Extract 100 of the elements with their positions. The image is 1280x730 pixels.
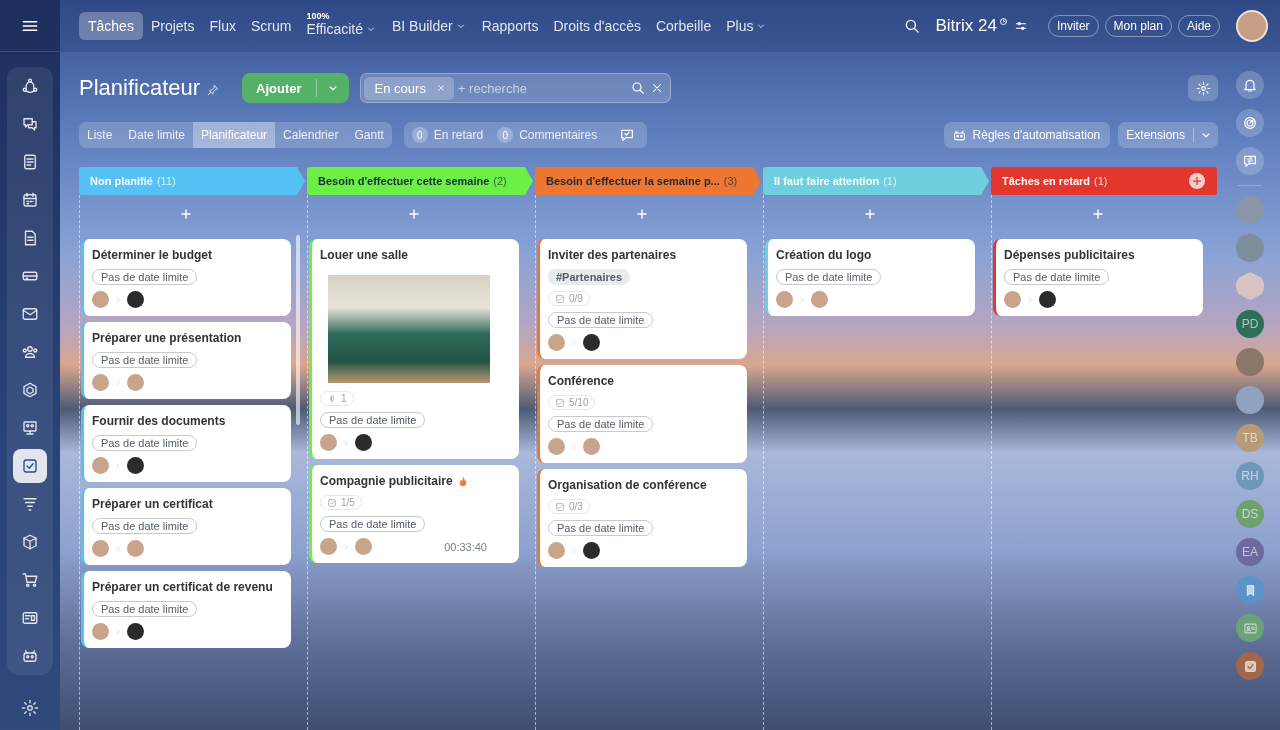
settings-button[interactable]	[1188, 75, 1218, 101]
column-count: (2)	[493, 175, 507, 187]
sliders-icon[interactable]	[1013, 19, 1028, 33]
column-count: (1)	[883, 175, 897, 187]
funnel-icon	[21, 495, 39, 513]
nav-tab[interactable]: Scrum	[243, 12, 299, 40]
scrollbar[interactable]	[296, 235, 300, 425]
task-card[interactable]: Préparer une présentation Pas de date limite	[81, 322, 291, 399]
close-icon[interactable]	[435, 83, 446, 93]
nav-tab[interactable]: Tâches	[79, 12, 143, 40]
document-list-icon	[21, 153, 39, 171]
logo: Bitrix 24	[935, 16, 997, 36]
target-icon	[1242, 115, 1258, 131]
task-card[interactable]: Création du logo Pas de date limite	[765, 239, 975, 316]
side-button[interactable]	[1236, 576, 1264, 604]
page-title: Planificateur	[79, 75, 201, 101]
cart-icon	[21, 571, 39, 589]
nav-tab[interactable]: Flux	[202, 12, 243, 40]
add-task-icon[interactable]	[407, 207, 421, 221]
contact-card-icon	[1242, 620, 1258, 636]
side-button[interactable]	[1236, 71, 1264, 99]
side-button[interactable]	[1236, 147, 1264, 175]
checklist-icon	[555, 293, 565, 304]
avatar[interactable]	[127, 623, 144, 640]
nav-tab[interactable]: Plus	[719, 12, 775, 40]
column-title: Besoin d'effectuer cette semaine	[318, 175, 490, 187]
nav-tab[interactable]: Rapports	[474, 12, 546, 40]
chat-icon	[1242, 153, 1258, 169]
side-button[interactable]	[1236, 652, 1264, 680]
nav-tab[interactable]: BI Builder	[384, 12, 474, 40]
column-title: Tâches en retard	[1002, 175, 1091, 187]
pin-icon[interactable]	[206, 83, 221, 97]
nav-tab[interactable]: Projets	[143, 12, 202, 40]
add-icon[interactable]	[1189, 173, 1205, 189]
column-count: (1)	[1094, 175, 1108, 187]
task-title: Fournir des documents	[92, 414, 226, 429]
task-title: Organisation de conférence	[548, 478, 707, 493]
calendar-icon	[21, 191, 39, 209]
task-title: Dépenses publicitaires	[1004, 248, 1135, 263]
task-card[interactable]: Louer une salle 1 Pas de date limite	[309, 239, 519, 459]
presentation-board-icon	[21, 419, 39, 437]
notifications-icon	[1242, 77, 1258, 93]
avatar[interactable]	[127, 291, 144, 308]
add-task-icon[interactable]	[1091, 207, 1105, 221]
column-title: Non planifié	[90, 175, 153, 187]
tag[interactable]: #Partenaires	[548, 269, 631, 285]
checklist-icon	[327, 497, 337, 508]
checklist-icon	[555, 397, 565, 408]
chat-check-icon[interactable]	[619, 127, 636, 143]
avatar[interactable]	[583, 542, 600, 559]
robot-icon	[21, 647, 39, 665]
checklist-icon	[555, 501, 565, 512]
contact-card-icon	[21, 609, 39, 627]
hexagon-icon	[21, 381, 39, 399]
add-task-icon[interactable]	[635, 207, 649, 221]
settings-icon	[1195, 80, 1211, 96]
task-card[interactable]: Préparer un certificat Pas de date limite	[81, 488, 291, 565]
avatar[interactable]	[355, 434, 372, 451]
task-title: Compagnie publicitaire	[320, 474, 453, 489]
task-card[interactable]: Dépenses publicitaires Pas de date limite	[993, 239, 1203, 316]
timer: 00:33:40	[444, 540, 487, 553]
task-card[interactable]: Inviter des partenaires #Partenaires 0/9 Pas de date limite	[537, 239, 747, 359]
nav-tab[interactable]: Droits d'accès	[546, 12, 648, 40]
column-title: Il faut faire attention	[774, 175, 880, 187]
task-card[interactable]: Déterminer le budget Pas de date limite	[81, 239, 291, 316]
paperclip-icon	[327, 393, 337, 404]
task-card[interactable]: Préparer un certificat de revenu Pas de date limite	[81, 571, 291, 648]
tasks-icon	[21, 457, 39, 475]
add-task-icon[interactable]	[179, 207, 193, 221]
side-button[interactable]	[1236, 109, 1264, 137]
task-card[interactable]: Organisation de conférence 0/3 Pas de date limite	[537, 469, 747, 567]
plus-icon	[1191, 175, 1203, 187]
side-button[interactable]	[1236, 614, 1264, 642]
percent-label: 100%	[306, 11, 330, 21]
task-title: Déterminer le budget	[92, 248, 213, 263]
avatar[interactable]	[1039, 291, 1056, 308]
column-count: (3)	[723, 175, 738, 187]
task-title: Louer une salle	[320, 248, 409, 263]
task-card[interactable]: Compagnie publicitaire 1/5 Pas de date limite 00:33:40	[309, 465, 519, 563]
task-card[interactable]: Fournir des documents Pas de date limite	[81, 405, 291, 482]
mail-icon	[21, 305, 39, 323]
task-card[interactable]: Conférence 5/10 Pas de date limite	[537, 365, 747, 463]
settings-icon[interactable]	[21, 699, 39, 717]
task-title: Conférence	[548, 374, 615, 389]
task-title: Préparer une présentation	[92, 331, 242, 346]
search-placeholder: + recherche	[457, 80, 528, 96]
avatar[interactable]	[127, 457, 144, 474]
add-task-icon[interactable]	[863, 207, 877, 221]
column-count: (11)	[156, 175, 176, 187]
people-icon	[21, 343, 39, 361]
task-title: Préparer un certificat de revenu	[92, 580, 273, 595]
column-title: Besoin d'effectuer la semaine p...	[546, 175, 720, 187]
avatar[interactable]	[583, 334, 600, 351]
avatar[interactable]	[1236, 10, 1268, 42]
chat-icon	[21, 115, 39, 133]
task-title: Inviter des partenaires	[548, 248, 677, 263]
sidebar-item[interactable]	[13, 449, 47, 483]
nav-tab[interactable]: Corbeille	[648, 12, 719, 40]
nav-tab[interactable]: 100% Efficacité	[299, 11, 384, 37]
clock-icon	[998, 17, 1008, 26]
